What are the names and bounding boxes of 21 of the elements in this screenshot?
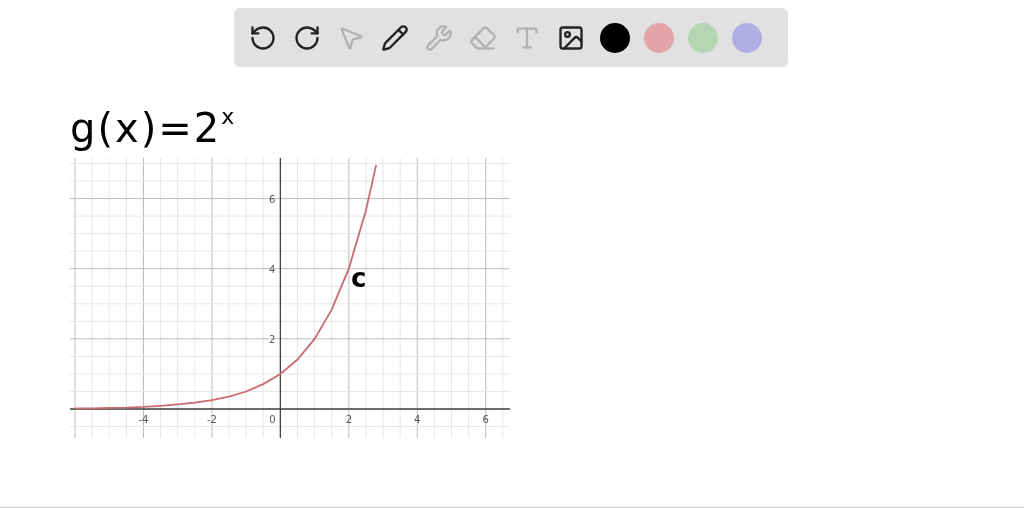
image-icon — [557, 23, 585, 52]
axis-tick-label: -4 — [138, 414, 149, 425]
eraser-icon — [469, 23, 497, 52]
axis-tick-label: 2 — [345, 414, 352, 425]
axis-tick-label: 2 — [269, 333, 276, 345]
function-heading: g(x)=2$^{x}$ — [70, 103, 237, 150]
axis-tick-label: 4 — [269, 263, 276, 275]
axis-tick-label: 6 — [269, 193, 276, 205]
wrench-icon — [425, 23, 453, 52]
color-swatch[interactable] — [644, 22, 674, 53]
redo-icon — [293, 23, 321, 52]
color-swatch[interactable] — [732, 22, 762, 53]
handwritten-note: c — [351, 264, 367, 292]
axis-tick-label: 6 — [482, 414, 489, 425]
color-swatch[interactable] — [688, 22, 718, 53]
undo-icon — [249, 23, 277, 52]
pencil-icon — [381, 23, 409, 52]
color-swatch[interactable] — [600, 22, 630, 53]
origin-label: 0 — [269, 414, 276, 425]
axis-tick-label: 4 — [414, 414, 421, 425]
axis-tick-label: -2 — [206, 414, 217, 425]
